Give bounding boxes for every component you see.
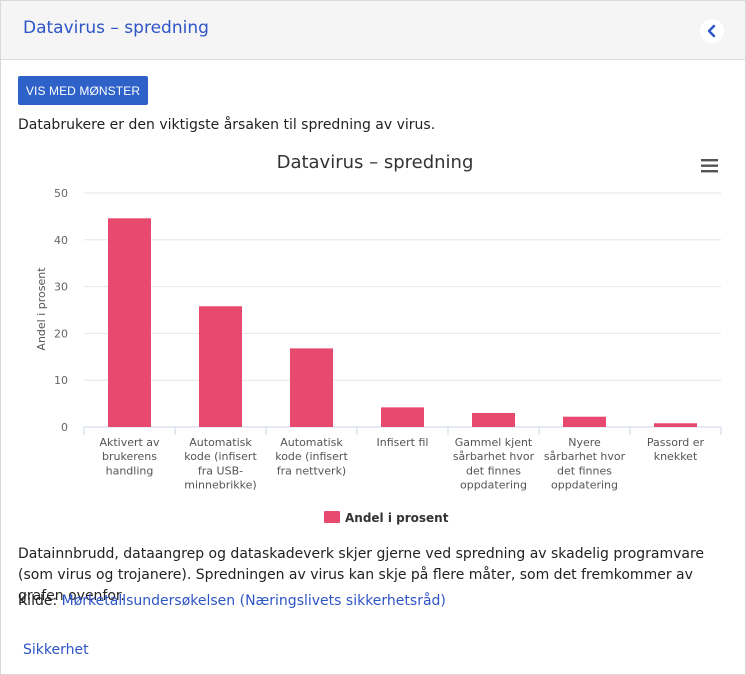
- hamburger-menu-icon[interactable]: [700, 158, 718, 174]
- source-line: Kilde: Mørketallsundersøkelsen (Næringsl…: [18, 593, 446, 609]
- card-title: Datavirus – spredning: [23, 18, 209, 38]
- source-prefix: Kilde:: [18, 593, 62, 609]
- show-pattern-button[interactable]: VIS MED MØNSTER: [18, 76, 148, 105]
- bar[interactable]: [563, 416, 606, 427]
- y-tick-label: 10: [54, 374, 68, 387]
- x-tick-label: Automatisk kode (infisert fra USB-minnebri…: [184, 436, 257, 492]
- chevron-left-icon: [707, 24, 716, 38]
- chart-title: Datavirus – spredning: [277, 152, 474, 173]
- y-tick-label: 20: [54, 327, 68, 340]
- y-axis-label: Andel i prosent: [35, 267, 48, 351]
- y-tick-label: 50: [54, 187, 68, 200]
- y-tick-label: 0: [61, 421, 68, 434]
- bar[interactable]: [199, 306, 242, 427]
- chart-legend[interactable]: Andel i prosent: [324, 511, 449, 525]
- legend-label: Andel i prosent: [345, 511, 449, 525]
- legend-swatch: [324, 511, 340, 523]
- content-card: Datavirus – spredning VIS MED MØNSTER Da…: [0, 0, 746, 675]
- y-tick-label: 40: [54, 234, 68, 247]
- bar[interactable]: [381, 407, 424, 427]
- lead-text: Databrukere er den viktigste årsaken til…: [18, 117, 436, 133]
- bar[interactable]: [654, 423, 697, 427]
- x-tick-label: Automatisk kode (infisert fra nettverk): [275, 436, 348, 477]
- x-tick-label: Gammel kjent sårbarhet hvor det finnes oppd…: [453, 436, 535, 492]
- bar[interactable]: [472, 412, 515, 427]
- collapse-button[interactable]: [700, 19, 724, 43]
- x-tick-label: Infisert fil: [377, 436, 429, 449]
- bar-chart: Datavirus – spredning Andel i prosent 0 1…: [35, 152, 722, 525]
- y-tick-label: 30: [54, 281, 68, 294]
- card-header: Datavirus – spredning: [1, 1, 745, 60]
- x-tick-label: Passord er knekket: [647, 436, 705, 463]
- x-tick-label: Aktivert av brukerens handling: [99, 436, 160, 477]
- bar[interactable]: [290, 348, 333, 427]
- tag-link-sikkerhet[interactable]: Sikkerhet: [23, 642, 89, 658]
- bar[interactable]: [108, 218, 151, 427]
- source-link[interactable]: Mørketallsundersøkelsen (Næringslivets s…: [62, 593, 446, 609]
- x-tick-label: Nyere sårbarhet hvor det finnes oppdatering: [544, 436, 626, 492]
